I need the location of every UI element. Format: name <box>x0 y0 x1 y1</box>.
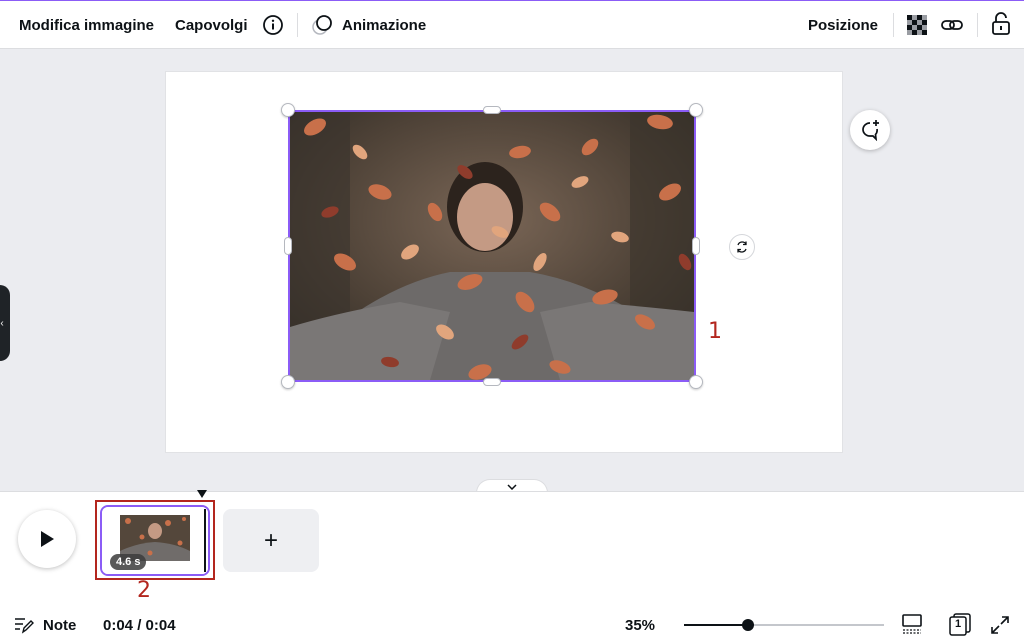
side-panel-toggle[interactable]: ‹ <box>0 285 10 361</box>
selected-image[interactable] <box>288 110 696 382</box>
annotation-number-one: 1 <box>708 319 722 344</box>
zoom-level[interactable]: 35% <box>625 617 655 634</box>
transparency-icon[interactable] <box>906 14 928 36</box>
playback-time: 0:04 / 0:04 <box>103 617 176 634</box>
link-icon[interactable] <box>940 14 964 36</box>
scene-duration-badge: 4.6 s <box>110 554 147 570</box>
resize-handle-right[interactable] <box>692 237 700 255</box>
resize-handle-bottom-left[interactable] <box>281 375 295 389</box>
notes-button[interactable]: Note <box>43 617 76 634</box>
resize-handle-bottom-right[interactable] <box>689 375 703 389</box>
toolbar-divider <box>977 13 978 37</box>
resize-handle-left[interactable] <box>284 237 292 255</box>
notes-icon[interactable] <box>14 616 34 634</box>
info-icon[interactable] <box>262 14 284 36</box>
pages-button[interactable]: 1 <box>948 612 972 636</box>
toolbar-divider <box>893 13 894 37</box>
play-button[interactable] <box>18 510 76 568</box>
rotate-icon <box>737 241 747 253</box>
toolbar-divider <box>297 13 298 37</box>
zoom-slider-fill <box>684 624 748 626</box>
lock-icon[interactable] <box>990 12 1012 36</box>
resize-handle-top-left[interactable] <box>281 103 295 117</box>
play-icon <box>41 531 54 547</box>
add-comment-button[interactable] <box>850 110 890 150</box>
resize-handle-top-right[interactable] <box>689 103 703 117</box>
fullscreen-icon[interactable] <box>990 615 1010 635</box>
annotation-number-two: 2 <box>137 578 151 603</box>
edit-image-button[interactable]: Modifica immagine <box>19 17 154 34</box>
chevron-down-icon <box>507 483 517 490</box>
top-toolbar: Modifica immagine Capovolgi Animazione P… <box>0 0 1024 49</box>
position-button[interactable]: Posizione <box>808 17 878 34</box>
add-comment-icon <box>862 120 879 141</box>
chevron-left-icon: ‹ <box>0 317 4 329</box>
plus-icon: + <box>263 526 278 554</box>
scene-thumbnail[interactable]: 4.6 s <box>100 505 210 576</box>
page-count: 1 <box>954 618 962 630</box>
zoom-slider-thumb[interactable] <box>742 619 754 631</box>
playhead-marker[interactable] <box>196 489 208 499</box>
rotate-button[interactable] <box>729 234 755 260</box>
animation-icon[interactable] <box>311 14 333 36</box>
flip-button[interactable]: Capovolgi <box>175 17 248 34</box>
resize-handle-bottom[interactable] <box>483 378 501 386</box>
add-scene-button[interactable]: + <box>223 509 319 572</box>
animate-button[interactable]: Animazione <box>342 17 426 34</box>
grid-view-icon[interactable] <box>902 614 922 634</box>
autumn-leaves-photo <box>290 112 694 380</box>
resize-handle-top[interactable] <box>483 106 501 114</box>
